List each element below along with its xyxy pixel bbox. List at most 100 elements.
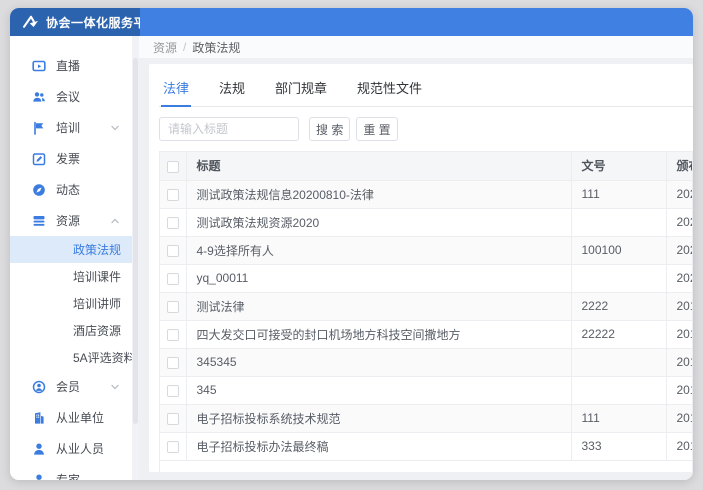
chevron-up-icon <box>110 216 120 226</box>
tab-department-rules[interactable]: 部门规章 <box>273 74 329 107</box>
unit-icon <box>32 411 46 425</box>
sidebar-scrollbar-thumb[interactable] <box>133 58 138 424</box>
sidebar-item-label: 从业人员 <box>56 440 104 457</box>
member-icon <box>32 380 46 394</box>
table-row[interactable]: 4-9选择所有人 100100 2020-0 <box>160 236 693 264</box>
sidebar-item-5a-selection[interactable]: 5A评选资料 <box>10 344 132 371</box>
cell-docno: 111 <box>571 404 666 432</box>
row-checkbox[interactable] <box>167 245 179 257</box>
tab-regulation[interactable]: 法规 <box>217 74 247 107</box>
sidebar-item-label: 从业单位 <box>56 409 104 426</box>
tab-bar: 法律 法规 部门规章 规范性文件 <box>159 74 693 107</box>
cell-publish-date: 2020-0 <box>666 264 693 292</box>
sidebar-item-label: 培训课件 <box>73 268 121 285</box>
cell-docno <box>571 348 666 376</box>
table-row[interactable]: 测试政策法规信息20200810-法律 111 2020-0 <box>160 180 693 208</box>
row-checkbox[interactable] <box>167 217 179 229</box>
cell-title: yq_00011 <box>186 264 571 292</box>
row-checkbox[interactable] <box>167 357 179 369</box>
news-icon <box>32 183 46 197</box>
cell-title: 测试法律 <box>186 292 571 320</box>
sidebar-item-training-lecturer[interactable]: 培训讲师 <box>10 290 132 317</box>
row-checkbox[interactable] <box>167 385 179 397</box>
column-header-date: 颁布时间 <box>666 152 693 180</box>
sidebar-item-training-courseware[interactable]: 培训课件 <box>10 263 132 290</box>
row-checkbox[interactable] <box>167 413 179 425</box>
table-row[interactable]: 测试政策法规资源2020 2020-0 <box>160 208 693 236</box>
chevron-down-icon <box>110 382 120 392</box>
sidebar-item-employer-unit[interactable]: 从业单位 <box>10 402 132 433</box>
row-checkbox[interactable] <box>167 189 179 201</box>
sidebar-item-member[interactable]: 会员 <box>10 371 132 402</box>
sidebar-item-training[interactable]: 培训 <box>10 112 132 143</box>
results-table: 标题 文号 颁布时间 测试政策法规信息20200810-法律 <box>159 151 693 472</box>
column-header-docno: 文号 <box>571 152 666 180</box>
cell-publish-date: 2019-0 <box>666 432 693 460</box>
row-checkbox[interactable] <box>167 441 179 453</box>
table-row[interactable]: 测试法律 2222 2019-0 <box>160 292 693 320</box>
tab-normative-documents[interactable]: 规范性文件 <box>355 74 424 107</box>
table-row[interactable]: 电子招标投标系统技术规范 111 2019-0 <box>160 404 693 432</box>
cell-publish-date: 2020-0 <box>666 208 693 236</box>
sidebar-item-label: 政策法规 <box>73 241 121 258</box>
tab-law[interactable]: 法律 <box>161 74 191 107</box>
cell-publish-date: 2019-0 <box>666 404 693 432</box>
sidebar-item-label: 资源 <box>56 212 80 229</box>
cell-publish-date: 2020-0 <box>666 180 693 208</box>
header-spacer <box>140 8 693 36</box>
tab-label: 规范性文件 <box>357 81 422 96</box>
sidebar-item-label: 直播 <box>56 57 80 74</box>
sidebar-item-meeting[interactable]: 会议 <box>10 81 132 112</box>
table-header-row: 标题 文号 颁布时间 <box>160 152 693 180</box>
sidebar-item-label: 5A评选资料 <box>73 349 132 366</box>
search-button[interactable]: 搜 索 <box>309 117 350 141</box>
row-checkbox[interactable] <box>167 301 179 313</box>
table-row[interactable]: 345 2019-0 <box>160 376 693 404</box>
cell-docno: 111 <box>571 180 666 208</box>
table-row[interactable]: 345345 2019-0 <box>160 348 693 376</box>
title-search-input[interactable] <box>159 117 299 141</box>
sidebar-item-news[interactable]: 动态 <box>10 174 132 205</box>
table-row[interactable]: yq_00011 2020-0 <box>160 264 693 292</box>
sidebar-item-invoice[interactable]: 发票 <box>10 143 132 174</box>
meeting-icon <box>32 90 46 104</box>
sidebar-item-expert[interactable]: 专家 <box>10 464 132 480</box>
sidebar-item-employee[interactable]: 从业人员 <box>10 433 132 464</box>
training-icon <box>32 121 46 135</box>
cell-docno: 2222 <box>571 292 666 320</box>
sidebar-item-label: 培训讲师 <box>73 295 121 312</box>
cell-publish-date: 2019-0 <box>666 348 693 376</box>
app-window: 协会一体化服务平台 直播 会议 <box>10 8 693 480</box>
cell-docno: 333 <box>571 432 666 460</box>
sidebar-item-policy-regulation[interactable]: 政策法规 <box>10 236 132 263</box>
app-logo-icon <box>22 15 40 29</box>
cell-docno <box>571 264 666 292</box>
tab-label: 部门规章 <box>275 81 327 96</box>
search-row: 搜 索 重 置 <box>159 117 693 141</box>
sidebar-item-hotel-resource[interactable]: 酒店资源 <box>10 317 132 344</box>
cell-docno: 22222 <box>571 320 666 348</box>
table-row[interactable]: 电子招标投标办法最终稿 333 2019-0 <box>160 432 693 460</box>
cell-title: 345345 <box>186 348 571 376</box>
tab-label: 法规 <box>219 81 245 96</box>
reset-button[interactable]: 重 置 <box>356 117 397 141</box>
sidebar-item-label: 发票 <box>56 150 80 167</box>
sidebar-item-resource[interactable]: 资源 <box>10 205 132 236</box>
sidebar-scrollbar <box>132 36 139 480</box>
cell-docno: 100100 <box>571 236 666 264</box>
personnel-icon <box>32 442 46 456</box>
resource-icon <box>32 214 46 228</box>
breadcrumb-section[interactable]: 资源 <box>153 39 177 56</box>
sidebar-item-label: 动态 <box>56 181 80 198</box>
cell-title: 电子招标投标系统技术规范 <box>186 404 571 432</box>
logo-area: 协会一体化服务平台 <box>10 8 140 36</box>
breadcrumb-current: 政策法规 <box>192 39 240 56</box>
cell-publish-date: 2019-0 <box>666 320 693 348</box>
table-row[interactable]: 四大发交口可接受的封口机场地方科技空间撒地方 22222 2019-0 <box>160 320 693 348</box>
breadcrumb-separator: / <box>183 40 186 54</box>
sidebar-item-live[interactable]: 直播 <box>10 50 132 81</box>
row-checkbox[interactable] <box>167 273 179 285</box>
select-all-checkbox[interactable] <box>167 161 179 173</box>
breadcrumb: 资源 / 政策法规 <box>139 36 693 58</box>
row-checkbox[interactable] <box>167 329 179 341</box>
